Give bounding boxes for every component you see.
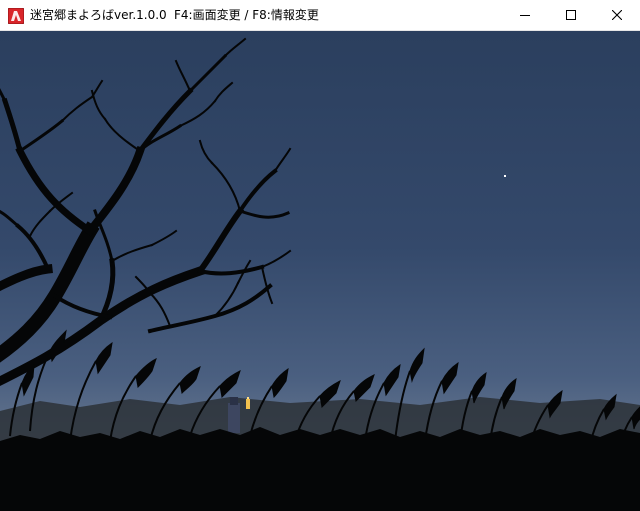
ground-silhouette [0,427,640,511]
minimize-button[interactable] [502,0,548,30]
star [504,175,506,177]
minimize-icon [520,15,530,16]
game-scene[interactable] [0,31,640,511]
close-button[interactable] [594,0,640,30]
window-title: 迷宮郷まよろばver.1.0.0 [30,8,167,22]
maximize-button[interactable] [548,0,594,30]
maximize-icon [566,10,576,20]
close-icon [612,10,622,20]
key-hint-text: F4:画面変更 / F8:情報変更 [174,8,319,22]
title-bar[interactable]: 迷宮郷まよろばver.1.0.0 F4:画面変更 / F8:情報変更 [0,0,640,31]
app-icon [8,8,24,24]
game-window: 迷宮郷まよろばver.1.0.0 F4:画面変更 / F8:情報変更 [0,0,640,511]
